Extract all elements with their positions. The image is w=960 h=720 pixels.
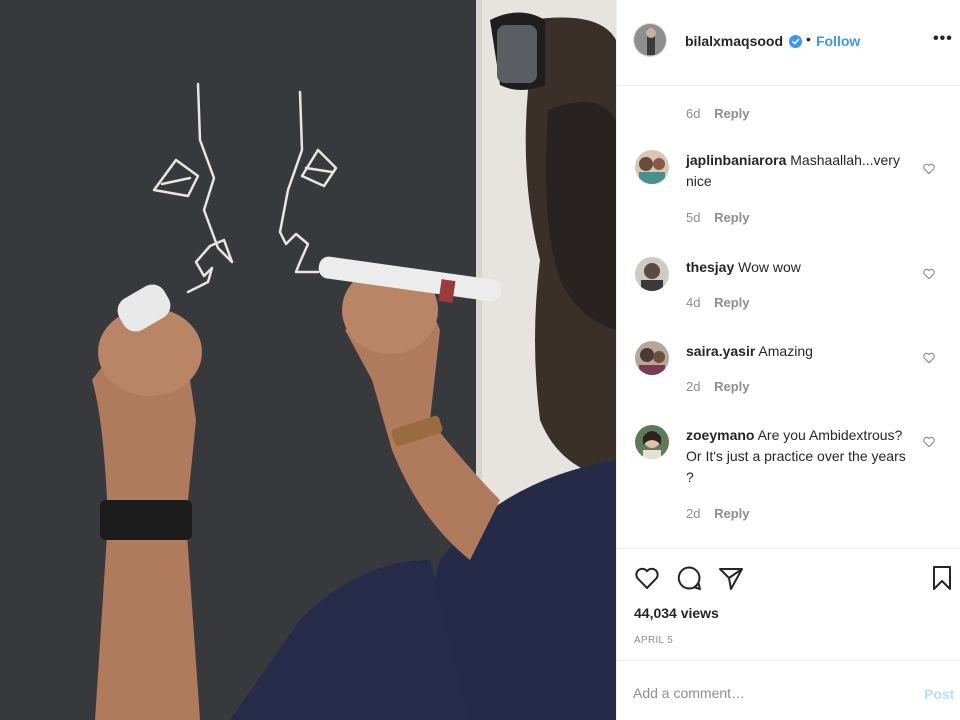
view-count[interactable]: 44,034 views (634, 605, 719, 621)
post-comment-button[interactable]: Post (924, 686, 954, 702)
commenter-avatar[interactable] (635, 341, 669, 375)
comment-meta: 2d Reply (686, 506, 750, 521)
author-username[interactable]: bilalxmaqsood (685, 33, 783, 49)
comment-time: 2d (686, 379, 701, 394)
comment-meta: 2d Reply (686, 379, 750, 394)
comment-time: 2d (686, 506, 701, 521)
comment-time: 4d (686, 295, 701, 310)
comment-time: 6d (686, 106, 701, 121)
comment-text: Amazing (758, 343, 813, 359)
commenter-avatar[interactable] (635, 425, 669, 459)
commenter-username[interactable]: saira.yasir (686, 343, 755, 359)
post-header: bilalxmaqsood • Follow ••• (617, 0, 960, 86)
heart-icon[interactable] (922, 435, 936, 449)
author-avatar[interactable] (633, 23, 667, 57)
commenter-username[interactable]: zoeymano (686, 427, 754, 443)
paper-plane-icon[interactable] (717, 564, 745, 592)
comment-input[interactable] (633, 683, 903, 703)
heart-icon[interactable] (922, 162, 936, 176)
commenter-avatar[interactable] (635, 257, 669, 291)
video-frame-illustration (0, 0, 616, 720)
heart-icon[interactable] (922, 351, 936, 365)
reply-button[interactable]: Reply (714, 106, 749, 121)
reply-button[interactable]: Reply (714, 210, 749, 225)
post-date: APRIL 5 (634, 635, 673, 646)
commenter-username[interactable]: thesjay (686, 259, 734, 275)
comment-time: 5d (686, 210, 701, 225)
comment-meta: 5d Reply (686, 210, 750, 225)
reply-button[interactable]: Reply (714, 506, 749, 521)
post-actions: 44,034 views APRIL 5 (617, 548, 960, 660)
comment-composer: Post (617, 660, 960, 720)
reply-button[interactable]: Reply (714, 295, 749, 310)
bookmark-icon[interactable] (928, 564, 956, 592)
reply-button[interactable]: Reply (714, 379, 749, 394)
comments-list[interactable]: 6d Reply japlinbaniarora Mashaallah...ve… (617, 86, 960, 548)
comment-text: Wow wow (738, 259, 801, 275)
more-options-icon[interactable]: ••• (933, 30, 953, 48)
separator-dot: • (806, 31, 811, 47)
heart-icon[interactable] (633, 564, 661, 592)
comment-meta: 4d Reply (686, 295, 750, 310)
commenter-username[interactable]: japlinbaniarora (686, 152, 786, 168)
comment-meta: 6d Reply (686, 106, 750, 121)
comment-bubble-icon[interactable] (675, 564, 703, 592)
post-media[interactable] (0, 0, 616, 720)
commenter-avatar[interactable] (635, 150, 669, 184)
heart-icon[interactable] (922, 267, 936, 281)
follow-button[interactable]: Follow (816, 33, 860, 49)
post-side-panel: bilalxmaqsood • Follow ••• 6d Reply japl… (616, 0, 960, 720)
verified-badge-icon (789, 35, 802, 48)
